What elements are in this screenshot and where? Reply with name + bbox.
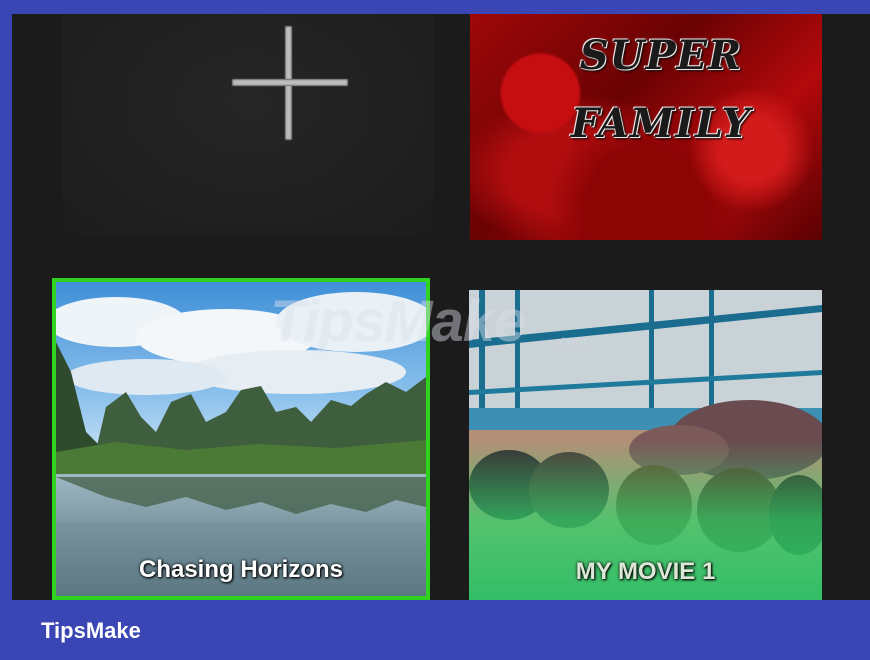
project-title-line2: FAMILY xyxy=(570,100,752,147)
watermark-text: TipsMake xyxy=(270,289,526,354)
project-title: MY MOVIE 1 xyxy=(575,558,716,585)
project-title: Chasing Horizons xyxy=(138,556,343,583)
footer-brand: TipsMake xyxy=(41,618,141,643)
watermark-suffix: .com xyxy=(556,332,587,348)
project-tile-super-family[interactable]: SUPER FAMILY xyxy=(470,14,822,240)
project-title-line1: SUPER xyxy=(579,32,743,79)
new-project-tile[interactable] xyxy=(62,14,434,236)
